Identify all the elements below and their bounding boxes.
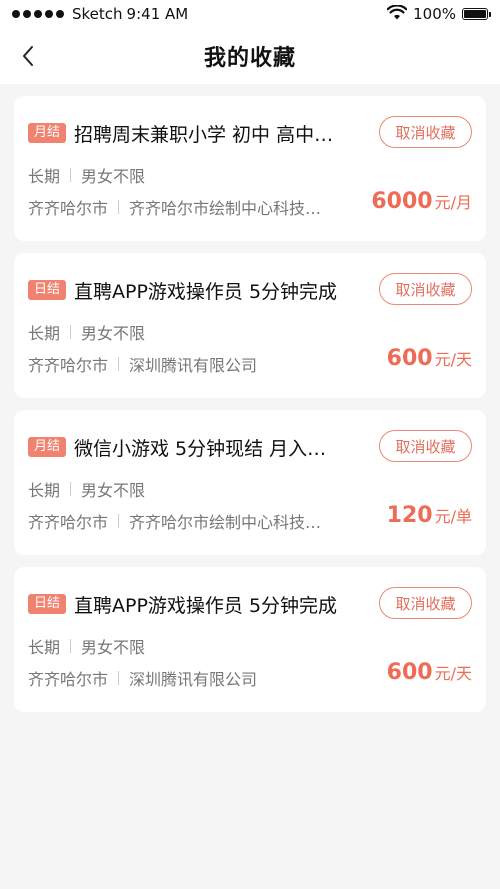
divider [118,514,120,528]
job-duration: 长期 [28,481,61,500]
job-company: 齐齐哈尔市绘制中心科技… [129,199,322,218]
salary-amount: 600 [386,346,433,371]
job-gender: 男女不限 [81,167,146,186]
salary-unit: 元/月 [434,193,472,212]
job-location: 齐齐哈尔市 深圳腾讯有限公司 [28,352,358,376]
job-meta: 长期 男女不限 [28,634,145,658]
job-card[interactable]: 日结 直聘APP游戏操作员 5分钟完成 取消收藏 长期 男女不限 齐齐哈尔市 深… [14,253,486,398]
back-button[interactable] [10,38,46,74]
job-salary: 600 元/天 [387,346,472,371]
status-time: 9:41 AM [126,5,189,23]
salary-amount: 120 [386,503,433,528]
divider [70,639,72,653]
job-meta: 长期 男女不限 [28,320,145,344]
status-bar: Sketch 9:41 AM 100% [0,0,500,28]
job-location: 齐齐哈尔市 深圳腾讯有限公司 [28,666,358,690]
settlement-tag: 日结 [28,280,67,300]
job-card[interactable]: 日结 直聘APP游戏操作员 5分钟完成 取消收藏 长期 男女不限 齐齐哈尔市 深… [14,567,486,712]
salary-amount: 6000 [371,189,433,214]
divider [70,482,72,496]
settlement-tag: 月结 [28,437,67,457]
battery-percent: 100% [413,5,456,23]
signal-icon [12,10,64,18]
job-city: 齐齐哈尔市 [28,513,109,532]
job-location: 齐齐哈尔市 齐齐哈尔市绘制中心科技… [28,195,358,219]
salary-unit: 元/单 [434,507,472,526]
divider [118,671,120,685]
favorites-list: 月结 招聘周末兼职小学 初中 高中… 取消收藏 长期 男女不限 齐齐哈尔市 齐齐… [14,96,486,724]
job-company: 深圳腾讯有限公司 [129,670,258,689]
job-title: 直聘APP游戏操作员 5分钟完成 [74,281,338,303]
job-duration: 长期 [28,324,61,343]
job-card[interactable]: 月结 招聘周末兼职小学 初中 高中… 取消收藏 长期 男女不限 齐齐哈尔市 齐齐… [14,96,486,241]
job-title: 直聘APP游戏操作员 5分钟完成 [74,595,338,617]
settlement-tag: 月结 [28,123,67,143]
job-salary: 120 元/单 [387,503,472,528]
salary-unit: 元/天 [434,350,472,369]
job-company: 齐齐哈尔市绘制中心科技… [129,513,322,532]
job-duration: 长期 [28,167,61,186]
divider [118,200,120,214]
job-gender: 男女不限 [81,638,146,657]
divider [118,357,120,371]
job-duration: 长期 [28,638,61,657]
settlement-tag: 日结 [28,594,67,614]
cancel-favorite-button[interactable]: 取消收藏 [379,273,472,305]
job-gender: 男女不限 [81,324,146,343]
job-title: 招聘周末兼职小学 初中 高中… [74,124,334,146]
job-city: 齐齐哈尔市 [28,356,109,375]
carrier-name: Sketch [72,5,123,23]
battery-icon [462,8,491,20]
wifi-icon [386,3,408,24]
job-city: 齐齐哈尔市 [28,199,109,218]
job-city: 齐齐哈尔市 [28,670,109,689]
salary-amount: 600 [386,660,433,685]
job-title: 微信小游戏 5分钟现结 月入… [74,438,327,460]
job-card[interactable]: 月结 微信小游戏 5分钟现结 月入… 取消收藏 长期 男女不限 齐齐哈尔市 齐齐… [14,410,486,555]
chevron-left-icon [23,46,33,66]
cancel-favorite-button[interactable]: 取消收藏 [379,587,472,619]
cancel-favorite-button[interactable]: 取消收藏 [379,116,472,148]
page-title: 我的收藏 [203,46,296,71]
job-location: 齐齐哈尔市 齐齐哈尔市绘制中心科技… [28,509,358,533]
nav-bar: 我的收藏 [0,28,500,84]
job-salary: 600 元/天 [387,660,472,685]
job-meta: 长期 男女不限 [28,163,145,187]
job-gender: 男女不限 [81,481,146,500]
cancel-favorite-button[interactable]: 取消收藏 [379,430,472,462]
salary-unit: 元/天 [434,664,472,683]
job-salary: 6000 元/月 [371,189,472,214]
divider [70,168,72,182]
divider [70,325,72,339]
job-company: 深圳腾讯有限公司 [129,356,258,375]
job-meta: 长期 男女不限 [28,477,145,501]
